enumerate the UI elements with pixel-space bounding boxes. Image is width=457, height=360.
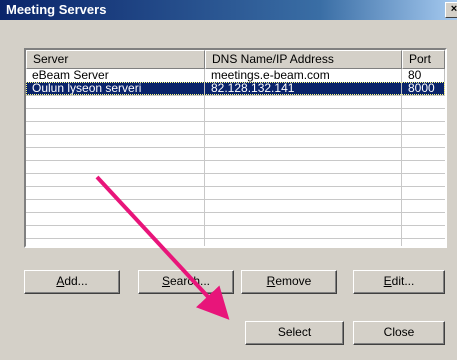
- grid-lines: [26, 69, 445, 246]
- table-row[interactable]: eBeam Server meetings.e-beam.com 80: [26, 69, 445, 82]
- edit-button[interactable]: Edit...: [353, 270, 445, 294]
- column-header-port[interactable]: Port: [402, 50, 445, 69]
- list-header: Server DNS Name/IP Address Port: [26, 50, 445, 69]
- cell-port: 80: [402, 69, 445, 82]
- list-rows: eBeam Server meetings.e-beam.com 80 Oulu…: [26, 69, 445, 95]
- select-button[interactable]: Select: [245, 321, 344, 345]
- column-header-address[interactable]: DNS Name/IP Address: [205, 50, 402, 69]
- server-list[interactable]: Server DNS Name/IP Address Port eBeam Se…: [24, 48, 447, 248]
- cell-address: 82.128.132.141: [205, 82, 402, 95]
- cell-server: eBeam Server: [26, 69, 205, 82]
- cell-address: meetings.e-beam.com: [205, 69, 402, 82]
- cell-port: 8000: [402, 82, 445, 95]
- cell-server: Oulun lyseon serveri: [26, 82, 205, 95]
- window-title: Meeting Servers: [6, 2, 107, 17]
- title-bar: Meeting Servers ×: [0, 0, 457, 20]
- close-button[interactable]: Close: [353, 321, 445, 345]
- remove-button[interactable]: Remove: [241, 270, 337, 294]
- column-header-server[interactable]: Server: [26, 50, 205, 69]
- close-window-icon[interactable]: ×: [445, 2, 457, 18]
- table-row-selected[interactable]: Oulun lyseon serveri 82.128.132.141 8000: [26, 82, 445, 95]
- add-button[interactable]: Add...: [24, 270, 120, 294]
- search-button[interactable]: Search...: [138, 270, 234, 294]
